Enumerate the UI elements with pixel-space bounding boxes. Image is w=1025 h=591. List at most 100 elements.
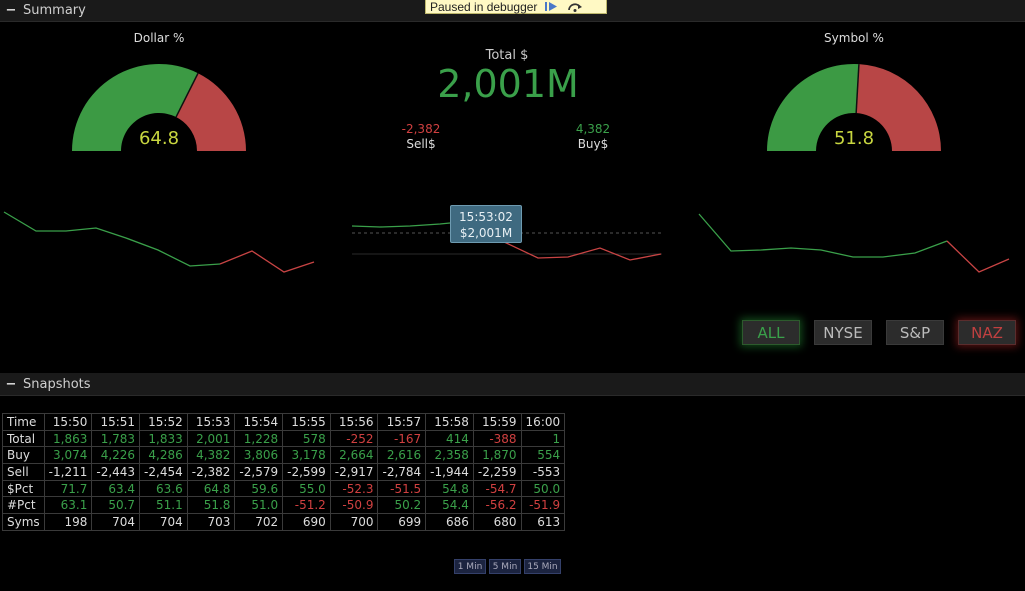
dollar-gauge-title: Dollar % <box>133 31 185 45</box>
table-cell: 4,286 <box>139 446 188 465</box>
symbol-gauge-value: 51.8 <box>833 128 875 149</box>
filter-all-button[interactable]: ALL <box>742 320 800 345</box>
row-label: Syms <box>2 513 45 531</box>
table-cell: 703 <box>186 513 236 531</box>
table-cell: -2,259 <box>472 463 522 481</box>
header-time: 15:52 <box>139 413 188 431</box>
table-cell: 54.4 <box>425 496 474 515</box>
table-cell: -167 <box>377 429 427 448</box>
table-cell: 1,870 <box>472 446 522 465</box>
total-sparkline-up-segment <box>351 222 451 228</box>
row-label: Buy <box>2 446 45 465</box>
interval-15min-button[interactable]: 15 Min <box>524 559 561 574</box>
buy-label: Buy$ <box>577 137 609 151</box>
header-time: 15:55 <box>282 413 331 431</box>
header-time: 15:53 <box>186 413 236 431</box>
snapshots-section-header: − Snapshots <box>0 373 1025 396</box>
debugger-banner: Paused in debugger <box>425 0 607 14</box>
table-row: Buy 3,074 4,226 4,286 4,382 3,806 3,178 2,664 2,… <box>2 446 566 465</box>
total-label: Total $ <box>485 48 529 63</box>
table-cell: 63.1 <box>43 496 93 515</box>
total-sparkline-down-segment <box>499 239 662 261</box>
table-row: Sell -1,211 -2,443 -2,454 -2,382 -2,579 -2,599… <box>2 463 566 481</box>
filter-sp-button[interactable]: S&P <box>886 320 944 345</box>
header-time: 15:50 <box>43 413 93 431</box>
table-cell: -2,454 <box>139 463 188 481</box>
table-cell: -2,599 <box>282 463 331 481</box>
table-cell: 2,001 <box>186 429 236 448</box>
filter-nyse-button[interactable]: NYSE <box>814 320 872 345</box>
header-time: 15:54 <box>234 413 284 431</box>
table-cell: 1 <box>520 429 566 448</box>
tooltip-time: 15:53:02 <box>459 210 513 224</box>
table-cell: 4,382 <box>186 446 236 465</box>
table-cell: -54.7 <box>472 479 522 498</box>
table-cell: -2,382 <box>186 463 236 481</box>
dollar-gauge-value: 64.8 <box>138 128 180 149</box>
table-header-row: Time 15:50 15:51 15:52 15:53 15:54 15:55 15:56 1… <box>2 413 566 431</box>
tooltip-value: $2,001M <box>459 226 513 240</box>
table-cell: 2,616 <box>377 446 427 465</box>
header-time: 15:57 <box>377 413 427 431</box>
debugger-text: Paused in debugger <box>430 0 538 14</box>
table-cell: -553 <box>520 463 566 481</box>
dollar-sparkline-up-segment <box>3 211 221 267</box>
table-cell: 680 <box>472 513 522 531</box>
snapshots-title: Snapshots <box>23 376 91 392</box>
summary-collapse-button[interactable]: − <box>0 3 22 18</box>
table-cell: 50.2 <box>377 496 427 515</box>
table-cell: -2,917 <box>329 463 379 481</box>
header-time: 15:56 <box>329 413 379 431</box>
dollar-sparkline-down-segment <box>219 250 315 273</box>
table-cell: 554 <box>520 446 566 465</box>
table-cell: 64.8 <box>186 479 236 498</box>
step-over-icon <box>568 3 583 12</box>
table-cell: -2,579 <box>234 463 284 481</box>
header-time: 15:58 <box>425 413 474 431</box>
resume-button[interactable] <box>541 0 561 14</box>
table-cell: 198 <box>43 513 93 531</box>
table-cell: -388 <box>472 429 522 448</box>
table-row: Total 1,863 1,783 1,833 2,001 1,228 578 -252 -16… <box>2 429 566 448</box>
table-cell: 704 <box>91 513 141 531</box>
table-cell: 54.8 <box>425 479 474 498</box>
table-cell: -50.9 <box>329 496 379 515</box>
table-cell: 700 <box>329 513 379 531</box>
symbol-sparkline-down-segment <box>946 240 1010 273</box>
snapshots-collapse-button[interactable]: − <box>0 377 22 392</box>
summary-title: Summary <box>23 3 86 18</box>
table-cell: 4,226 <box>91 446 141 465</box>
table-cell: -56.2 <box>472 496 522 515</box>
table-cell: 50.0 <box>520 479 566 498</box>
table-cell: 63.4 <box>91 479 141 498</box>
table-cell: -51.5 <box>377 479 427 498</box>
table-cell: 1,863 <box>43 429 93 448</box>
symbol-sparkline-up-segment <box>698 213 948 258</box>
table-cell: 3,806 <box>234 446 284 465</box>
row-label: Sell <box>2 463 45 481</box>
symbol-gauge-title: Symbol % <box>824 31 884 45</box>
interval-5min-button[interactable]: 5 Min <box>489 559 521 574</box>
table-cell: 414 <box>425 429 474 448</box>
header-time: 16:00 <box>520 413 566 431</box>
table-cell: 71.7 <box>43 479 93 498</box>
chart-tooltip: 15:53:02 $2,001M <box>450 205 522 243</box>
header-time: 15:59 <box>472 413 522 431</box>
table-cell: 63.6 <box>139 479 188 498</box>
table-cell: 3,178 <box>282 446 331 465</box>
table-cell: 1,228 <box>234 429 284 448</box>
table-cell: 702 <box>234 513 284 531</box>
table-cell: 686 <box>425 513 474 531</box>
filter-naz-button[interactable]: NAZ <box>958 320 1016 345</box>
table-cell: 51.8 <box>186 496 236 515</box>
step-over-button[interactable] <box>565 0 585 14</box>
table-cell: -1,944 <box>425 463 474 481</box>
table-cell: 2,358 <box>425 446 474 465</box>
table-cell: 55.0 <box>282 479 331 498</box>
table-cell: 51.1 <box>139 496 188 515</box>
interval-1min-button[interactable]: 1 Min <box>454 559 486 574</box>
table-row: $Pct 71.7 63.4 63.6 64.8 59.6 55.0 -52.3 -51.5 54… <box>2 479 566 498</box>
table-cell: 699 <box>377 513 427 531</box>
table-cell: 1,783 <box>91 429 141 448</box>
buy-value: 4,382 <box>575 122 611 136</box>
